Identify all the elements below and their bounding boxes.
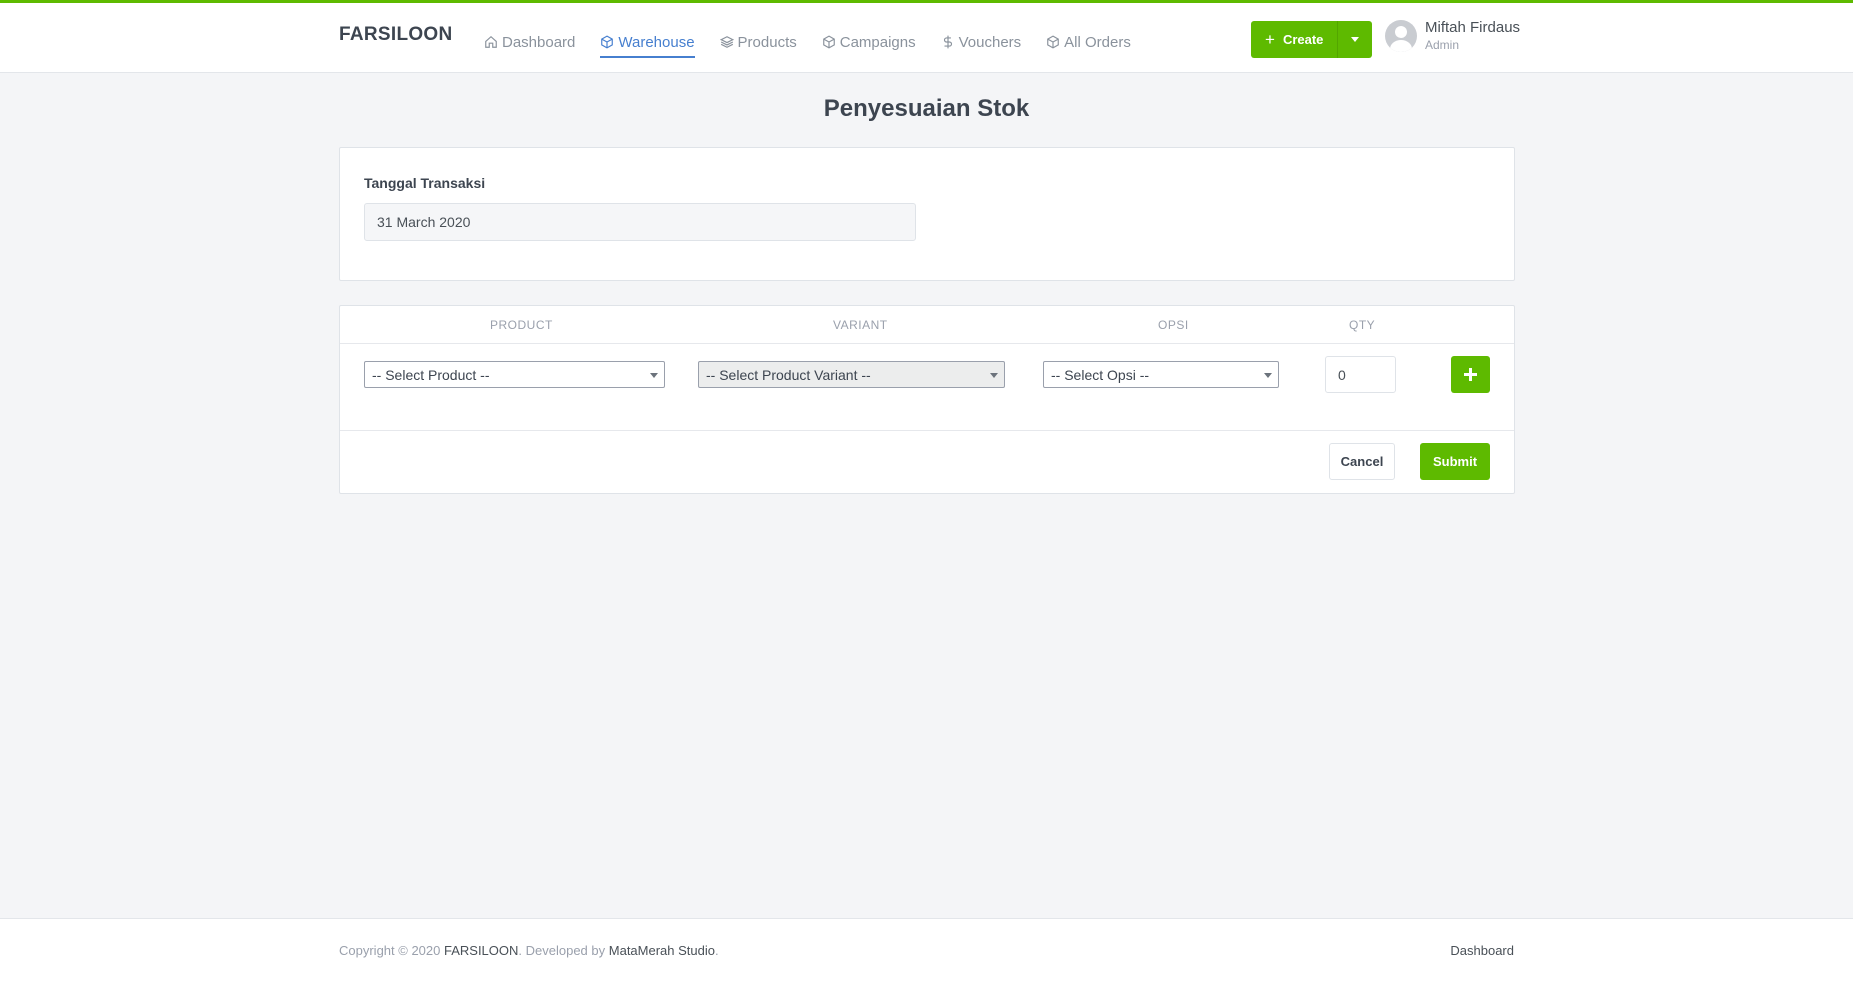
avatar — [1385, 20, 1417, 52]
page-title: Penyesuaian Stok — [823, 95, 1030, 122]
brand-logo[interactable]: FARSILOON — [339, 24, 453, 46]
footer-brand-link[interactable]: FARSILOON — [444, 943, 518, 958]
chevron-down-icon — [1351, 37, 1360, 42]
user-info: Miftah Firdaus Admin — [1425, 20, 1520, 52]
header-opsi: OPSI — [1158, 318, 1189, 332]
divider — [340, 343, 1514, 344]
nav-label: Products — [737, 33, 797, 51]
nav-item-all-orders[interactable]: All Orders — [1046, 27, 1131, 57]
nav-label: Dashboard — [502, 33, 576, 51]
box-icon — [601, 35, 614, 49]
home-icon — [485, 35, 497, 48]
user-menu[interactable]: Miftah Firdaus Admin — [1385, 20, 1520, 52]
date-field[interactable]: 31 March 2020 — [364, 203, 916, 241]
create-label: Create — [1282, 32, 1324, 47]
box-icon — [1047, 35, 1060, 49]
nav-item-dashboard[interactable]: Dashboard — [484, 27, 575, 57]
nav-label: Vouchers — [958, 33, 1022, 51]
avatar-head — [1395, 26, 1407, 38]
studio-link[interactable]: MataMerah Studio — [609, 943, 715, 958]
user-role: Admin — [1425, 37, 1460, 52]
developed-by: . Developed by — [518, 943, 606, 958]
header-qty: QTY — [1349, 318, 1376, 332]
nav-label: Campaigns — [839, 33, 916, 51]
nav-item-campaigns[interactable]: Campaigns — [822, 27, 916, 57]
footer-dashboard-link[interactable]: Dashboard — [1450, 943, 1514, 958]
create-dropdown-toggle[interactable] — [1338, 21, 1372, 58]
date-label: Tanggal Transaksi — [364, 175, 486, 191]
box-icon — [822, 35, 835, 49]
top-navbar: FARSILOON Dashboard Warehouse Products C… — [0, 0, 1853, 73]
plus-icon-bar — [1464, 373, 1477, 376]
stock-items-card: PRODUCT VARIANT OPSI QTY -- Select Produ… — [339, 305, 1515, 494]
nav-item-vouchers[interactable]: Vouchers — [941, 27, 1022, 57]
chevron-down-icon — [650, 373, 658, 378]
main-nav: Dashboard Warehouse Products Campaigns V… — [484, 27, 1156, 58]
qty-input[interactable]: 0 — [1325, 356, 1396, 393]
nav-label: Warehouse — [618, 33, 695, 51]
divider — [340, 430, 1514, 431]
copyright-prefix: Copyright © 2020 — [339, 943, 441, 958]
variant-select-value: -- Select Product Variant -- — [706, 366, 871, 383]
submit-button[interactable]: Submit — [1420, 443, 1490, 480]
chevron-down-icon — [990, 373, 998, 378]
nav-item-products[interactable]: Products — [719, 27, 797, 57]
cancel-button[interactable]: Cancel — [1329, 443, 1395, 480]
layers-icon — [719, 36, 734, 48]
plus-icon: + — [1265, 29, 1275, 49]
footer-period: . — [715, 943, 719, 958]
variant-select[interactable]: -- Select Product Variant -- — [698, 361, 1005, 388]
product-select-value: -- Select Product -- — [372, 366, 490, 383]
header-product: PRODUCT — [490, 318, 553, 332]
add-row-button[interactable] — [1451, 356, 1490, 393]
create-button-group: + Create — [1251, 21, 1373, 58]
nav-label: All Orders — [1064, 33, 1131, 51]
user-name: Miftah Firdaus — [1425, 19, 1521, 37]
footer: Copyright © 2020 FARSILOON. Developed by… — [0, 918, 1853, 981]
avatar-body — [1390, 40, 1412, 52]
dollar-icon — [943, 35, 952, 49]
product-select[interactable]: -- Select Product -- — [364, 361, 665, 388]
transaction-date-card: Tanggal Transaksi 31 March 2020 — [339, 147, 1515, 281]
opsi-select-value: -- Select Opsi -- — [1051, 366, 1150, 383]
copyright: Copyright © 2020 FARSILOON. Developed by… — [339, 943, 719, 958]
create-button[interactable]: + Create — [1251, 21, 1339, 58]
header-variant: VARIANT — [833, 318, 888, 332]
chevron-down-icon — [1264, 373, 1272, 378]
nav-item-warehouse[interactable]: Warehouse — [600, 28, 695, 58]
opsi-select[interactable]: -- Select Opsi -- — [1043, 361, 1279, 388]
